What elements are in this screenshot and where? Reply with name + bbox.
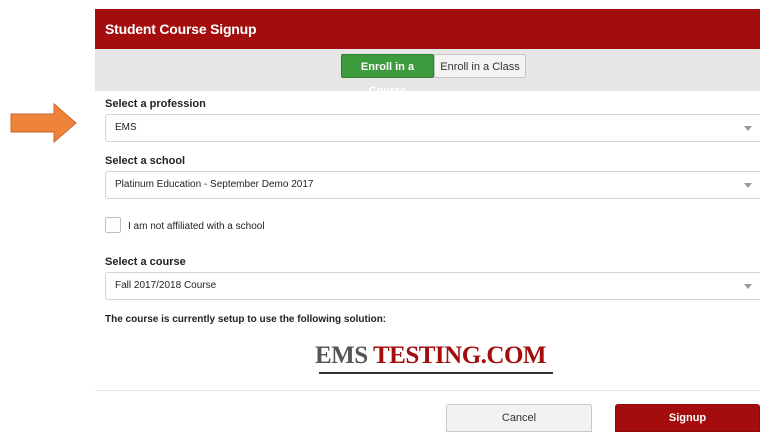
signup-panel: Student Course Signup Enroll in a Course… (95, 9, 760, 432)
tab-enroll-course[interactable]: Enroll in a Course (341, 54, 434, 97)
arrow-pointer-icon (10, 102, 77, 144)
profession-select[interactable]: EMS (105, 114, 760, 142)
logo-text-testing: TESTING.COM (373, 342, 547, 369)
logo-underline (319, 372, 553, 374)
chevron-down-icon (744, 183, 752, 188)
course-label: Select a course (105, 256, 186, 268)
course-value: Fall 2017/2018 Course (115, 280, 217, 291)
school-label: Select a school (105, 155, 186, 167)
not-affiliated-label: I am not affiliated with a school (128, 221, 265, 232)
panel-header: Student Course Signup (95, 9, 760, 49)
logo-text-ems: EMS (315, 342, 368, 369)
footer-divider (95, 390, 760, 391)
chevron-down-icon (744, 126, 752, 131)
solution-note: The course is currently setup to use the… (105, 314, 387, 325)
tab-enroll-class[interactable]: Enroll in a Class (434, 54, 526, 78)
course-select[interactable]: Fall 2017/2018 Course (105, 272, 760, 300)
emstesting-logo: EMS TESTING.COM (315, 341, 553, 375)
profession-value: EMS (115, 122, 137, 133)
school-select[interactable]: Platinum Education - September Demo 2017 (105, 171, 760, 199)
cancel-button[interactable]: Cancel (446, 404, 592, 432)
not-affiliated-checkbox[interactable] (105, 217, 121, 233)
tab-bar: Enroll in a Course Enroll in a Class (95, 49, 760, 97)
chevron-down-icon (744, 284, 752, 289)
school-value: Platinum Education - September Demo 2017 (115, 179, 314, 190)
page-title: Student Course Signup (105, 21, 257, 37)
signup-button[interactable]: Signup (615, 404, 760, 432)
profession-label: Select a profession (105, 98, 206, 110)
